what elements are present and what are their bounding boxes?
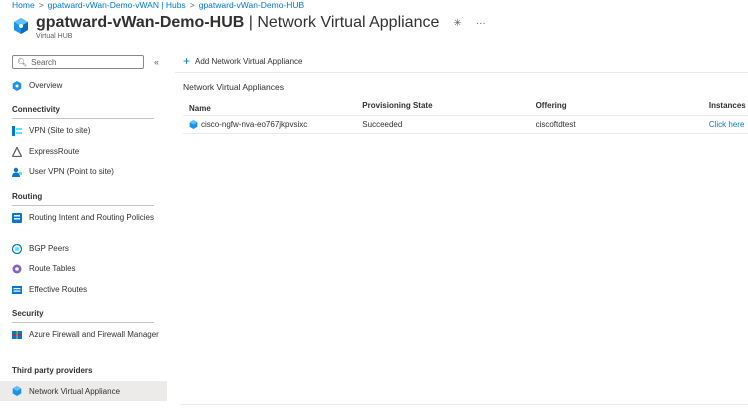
collapse-sidebar-icon[interactable]: « xyxy=(154,57,159,67)
more-options-icon[interactable]: ··· xyxy=(476,18,486,29)
column-header-provisioning-state[interactable]: Provisioning State xyxy=(362,101,535,115)
toolbar-divider xyxy=(175,72,748,73)
column-header-instances[interactable]: Instances xyxy=(709,101,748,115)
breadcrumb-hub[interactable]: gpatward-vWan-Demo-HUB xyxy=(199,0,305,10)
sidebar-item-effective-routes[interactable]: Effective Routes xyxy=(12,284,162,295)
expressroute-icon xyxy=(12,147,22,157)
search-input[interactable]: 🔍︎ Search xyxy=(12,55,144,69)
add-icon: + xyxy=(183,54,191,68)
sidebar-item-label: Route Tables xyxy=(29,264,76,273)
sidebar-item-label: VPN (Site to site) xyxy=(29,126,91,135)
vpn-icon xyxy=(12,126,22,136)
section-security: Security xyxy=(12,309,154,323)
search-icon: 🔍︎ xyxy=(17,57,28,67)
breadcrumb-separator: > xyxy=(38,0,44,10)
sidebar-item-routing-intent[interactable]: Routing Intent and Routing Policies xyxy=(12,212,162,223)
breadcrumb-separator: > xyxy=(189,0,195,10)
sidebar-item-firewall[interactable]: Azure Firewall and Firewall Manager xyxy=(12,329,162,340)
sidebar-item-overview[interactable]: Overview xyxy=(12,80,162,91)
table-row: cisco-ngfw-nva-eo767jkpvsixc Succeeded c… xyxy=(183,116,748,134)
nva-resource-icon xyxy=(189,120,198,129)
sidebar-item-label: Network Virtual Appliance xyxy=(29,386,121,396)
page-subtitle: Virtual HUB xyxy=(36,33,73,40)
sidebar-item-label: BGP Peers xyxy=(29,244,69,253)
sidebar-item-network-virtual-appliance[interactable]: Network Virtual Appliance xyxy=(0,381,167,401)
effective-routes-icon xyxy=(12,286,22,294)
sidebar-item-vpn[interactable]: VPN (Site to site) xyxy=(12,125,162,136)
section-third-party-providers: Third party providers xyxy=(12,366,93,375)
breadcrumb: Home > gpatward-vWan-Demo-vWAN | Hubs > gpat… xyxy=(12,0,304,10)
sidebar-item-bgp-peers[interactable]: BGP Peers xyxy=(12,243,162,254)
pin-icon[interactable]: ✳ xyxy=(453,18,461,29)
search-placeholder: Search xyxy=(31,57,57,67)
offering-cell: ciscoftdtest xyxy=(535,120,576,129)
section-connectivity: Connectivity xyxy=(12,105,154,119)
overview-icon xyxy=(12,81,22,91)
route-tables-icon xyxy=(12,264,22,274)
sidebar-item-label: User VPN (Point to site) xyxy=(29,167,114,176)
routing-intent-icon xyxy=(12,213,22,223)
nva-section-title: Network Virtual Appliances xyxy=(183,82,284,92)
user-vpn-icon xyxy=(12,167,22,177)
sidebar-item-label: ExpressRoute xyxy=(29,147,80,156)
table-header-row: Name Provisioning State Offering Instanc… xyxy=(183,101,748,115)
nva-name-cell[interactable]: cisco-ngfw-nva-eo767jkpvsixc xyxy=(183,120,362,129)
sidebar-item-route-tables[interactable]: Route Tables xyxy=(12,263,162,274)
breadcrumb-home[interactable]: Home xyxy=(12,0,35,10)
nva-table: Name Provisioning State Offering Instanc… xyxy=(183,101,748,134)
column-header-name[interactable]: Name xyxy=(183,101,362,115)
column-header-offering[interactable]: Offering xyxy=(536,101,709,115)
firewall-icon xyxy=(12,331,22,339)
main-content: + Add Network Virtual Appliance Network … xyxy=(167,52,748,408)
section-routing: Routing xyxy=(12,192,154,206)
sidebar-item-label: Effective Routes xyxy=(29,285,88,294)
instances-link[interactable]: Click here xyxy=(709,120,748,129)
sidebar: 🔍︎ Search « Overview Connectivity VPN (S… xyxy=(0,52,167,408)
sidebar-item-label: Azure Firewall and Firewall Manager xyxy=(29,330,159,339)
bgp-peers-icon xyxy=(12,244,22,254)
content-bottom-divider xyxy=(180,404,748,405)
add-nva-button[interactable]: + Add Network Virtual Appliance xyxy=(183,54,303,68)
sidebar-item-label: Overview xyxy=(29,81,63,90)
provisioning-state-cell: Succeeded xyxy=(362,120,403,129)
sidebar-search-row: 🔍︎ Search « xyxy=(12,55,159,69)
add-nva-label: Add Network Virtual Appliance xyxy=(195,56,303,66)
sidebar-item-expressroute[interactable]: ExpressRoute xyxy=(12,146,162,157)
virtual-hub-icon xyxy=(14,18,28,34)
sidebar-item-user-vpn[interactable]: User VPN (Point to site) xyxy=(12,166,162,177)
sidebar-item-label: Routing Intent and Routing Policies xyxy=(29,213,154,222)
page-header: gpatward-vWan-Demo-HUB | Network Virtual… xyxy=(12,14,486,48)
nva-name: cisco-ngfw-nva-eo767jkpvsixc xyxy=(201,120,308,129)
breadcrumb-vwan-hubs[interactable]: gpatward-vWan-Demo-vWAN | Hubs xyxy=(48,0,186,10)
page-title: gpatward-vWan-Demo-HUB | Network Virtual… xyxy=(36,14,440,31)
network-virtual-appliance-icon xyxy=(12,386,22,396)
